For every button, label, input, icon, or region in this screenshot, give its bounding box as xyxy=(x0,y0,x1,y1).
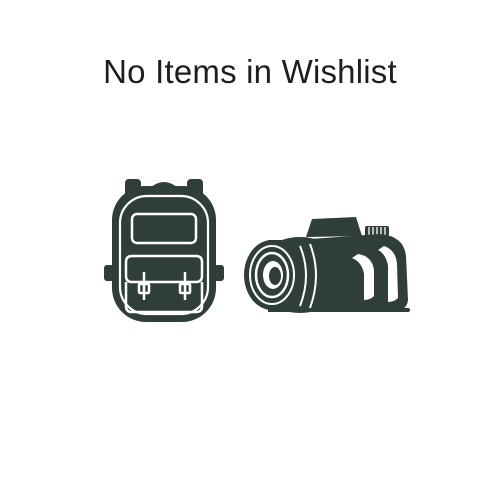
camera-icon xyxy=(244,217,410,313)
backpack-icon xyxy=(104,179,224,322)
empty-wishlist-state: No Items in Wishlist xyxy=(0,0,500,500)
empty-state-illustration xyxy=(104,179,410,322)
